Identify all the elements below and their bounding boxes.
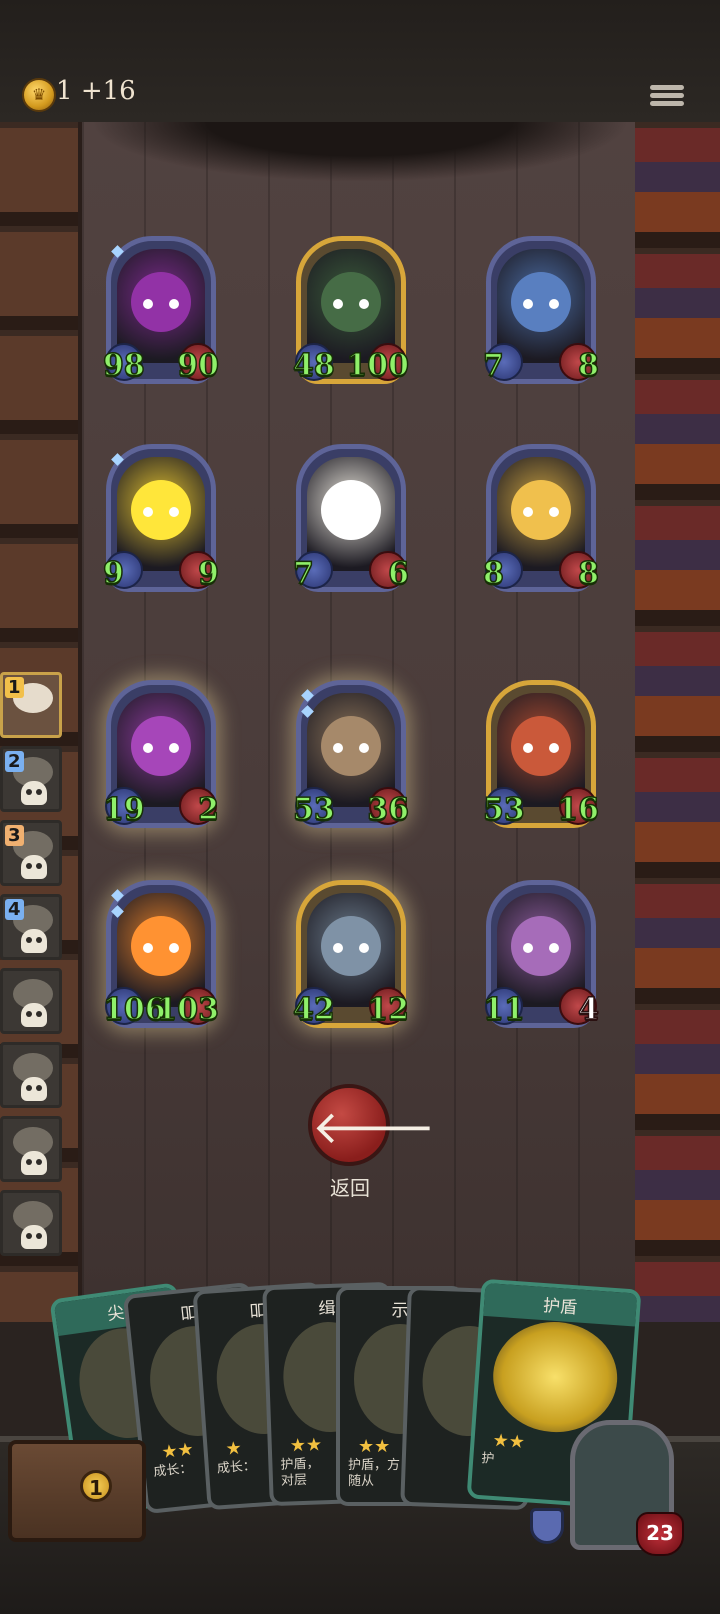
minion-attack: 19 bbox=[102, 791, 145, 828]
minion-card[interactable]: 98 90 bbox=[102, 236, 220, 384]
shield-icon bbox=[530, 1508, 564, 1544]
card-stars: ★★ bbox=[289, 1434, 323, 1457]
minion-attack: 53 bbox=[482, 791, 525, 828]
queue-hero-slot[interactable]: 2 bbox=[0, 746, 62, 812]
bookshelf-right bbox=[635, 122, 720, 1322]
queue-hero-slot[interactable]: 1 bbox=[0, 672, 62, 738]
back-arrow-icon: 🡐 bbox=[312, 1100, 436, 1154]
queue-hero-slot[interactable] bbox=[0, 1190, 62, 1256]
coin-amount: 1 bbox=[56, 76, 73, 106]
queue-hero-slot[interactable]: 3 bbox=[0, 820, 62, 886]
minion-health: 36 bbox=[367, 791, 410, 828]
minion-card[interactable]: 53 16 bbox=[482, 680, 600, 828]
door-arch bbox=[90, 122, 630, 182]
minion-card[interactable]: 76 bbox=[292, 444, 410, 592]
minion-attack: 98 bbox=[102, 347, 145, 384]
card-stars: ★★ bbox=[491, 1429, 526, 1454]
minion-attack: 42 bbox=[292, 991, 335, 1028]
chest-count-badge: 1 bbox=[80, 1470, 112, 1502]
minion-health: 100 bbox=[346, 347, 410, 384]
skull-icon bbox=[21, 1003, 47, 1027]
minion-health: 8 bbox=[577, 347, 599, 384]
minion-attack: 8 bbox=[482, 555, 504, 592]
minion-attack: 53 bbox=[292, 791, 335, 828]
minion-card[interactable]: 106 103 bbox=[102, 880, 220, 1028]
skull-icon bbox=[21, 1225, 47, 1249]
minion-card[interactable]: 42 12 bbox=[292, 880, 410, 1028]
minion-card[interactable]: 11 4 bbox=[482, 880, 600, 1028]
queue-rank: 2 bbox=[5, 751, 24, 772]
coin-icon: ♛ bbox=[22, 78, 56, 112]
minion-attack: 7 bbox=[292, 555, 314, 592]
minion-card[interactable]: 19 2 bbox=[102, 680, 220, 828]
skull-icon bbox=[21, 1151, 47, 1175]
minion-card[interactable]: 78 bbox=[482, 236, 600, 384]
queue-hero-slot[interactable] bbox=[0, 1116, 62, 1182]
hero-health: 23 bbox=[636, 1512, 684, 1556]
queue-hero-slot[interactable] bbox=[0, 1042, 62, 1108]
coin-counter: 1 +16 bbox=[56, 76, 136, 106]
minion-card[interactable]: 53 36 bbox=[292, 680, 410, 828]
coin-income: +16 bbox=[80, 76, 136, 106]
minion-card[interactable]: 88 bbox=[482, 444, 600, 592]
queue-rank: 3 bbox=[5, 825, 24, 846]
menu-icon[interactable] bbox=[650, 82, 684, 116]
skull-icon bbox=[21, 929, 47, 953]
minion-health: 12 bbox=[367, 991, 410, 1028]
minion-attack: 11 bbox=[482, 991, 525, 1028]
minion-health: 9 bbox=[197, 555, 219, 592]
top-bar: ♛ 1 +16 bbox=[0, 0, 720, 125]
treasure-chest[interactable] bbox=[8, 1440, 146, 1542]
minion-health: 6 bbox=[387, 555, 409, 592]
minion-attack: 9 bbox=[102, 555, 124, 592]
card-stars: ★★ bbox=[358, 1436, 391, 1457]
skull-icon bbox=[21, 1077, 47, 1101]
skull-icon bbox=[21, 855, 47, 879]
minion-health: 90 bbox=[177, 347, 220, 384]
card-art bbox=[489, 1317, 621, 1437]
back-button[interactable]: 🡐 bbox=[308, 1084, 435, 1166]
minion-health: 103 bbox=[156, 991, 220, 1028]
queue-hero-slot[interactable]: 4 bbox=[0, 894, 62, 960]
minion-attack: 48 bbox=[292, 347, 335, 384]
card-stars: ★★ bbox=[160, 1438, 195, 1464]
card-stars: ★ bbox=[224, 1437, 243, 1460]
minion-health: 2 bbox=[197, 791, 219, 828]
queue-hero-slot[interactable] bbox=[0, 968, 62, 1034]
back-button-label: 返回 bbox=[330, 1176, 370, 1200]
minion-card[interactable]: 48 100 bbox=[292, 236, 410, 384]
minion-card[interactable]: 99 bbox=[102, 444, 220, 592]
minion-health: 16 bbox=[557, 791, 600, 828]
card-title: 护盾 bbox=[483, 1282, 638, 1327]
minion-health: 8 bbox=[577, 555, 599, 592]
queue-rank: 1 bbox=[5, 677, 24, 698]
skull-icon bbox=[21, 781, 47, 805]
minion-attack: 7 bbox=[482, 347, 504, 384]
minion-health: 4 bbox=[577, 991, 599, 1028]
hero-queue: 1 2 3 4 bbox=[0, 672, 68, 1264]
queue-rank: 4 bbox=[5, 899, 24, 920]
